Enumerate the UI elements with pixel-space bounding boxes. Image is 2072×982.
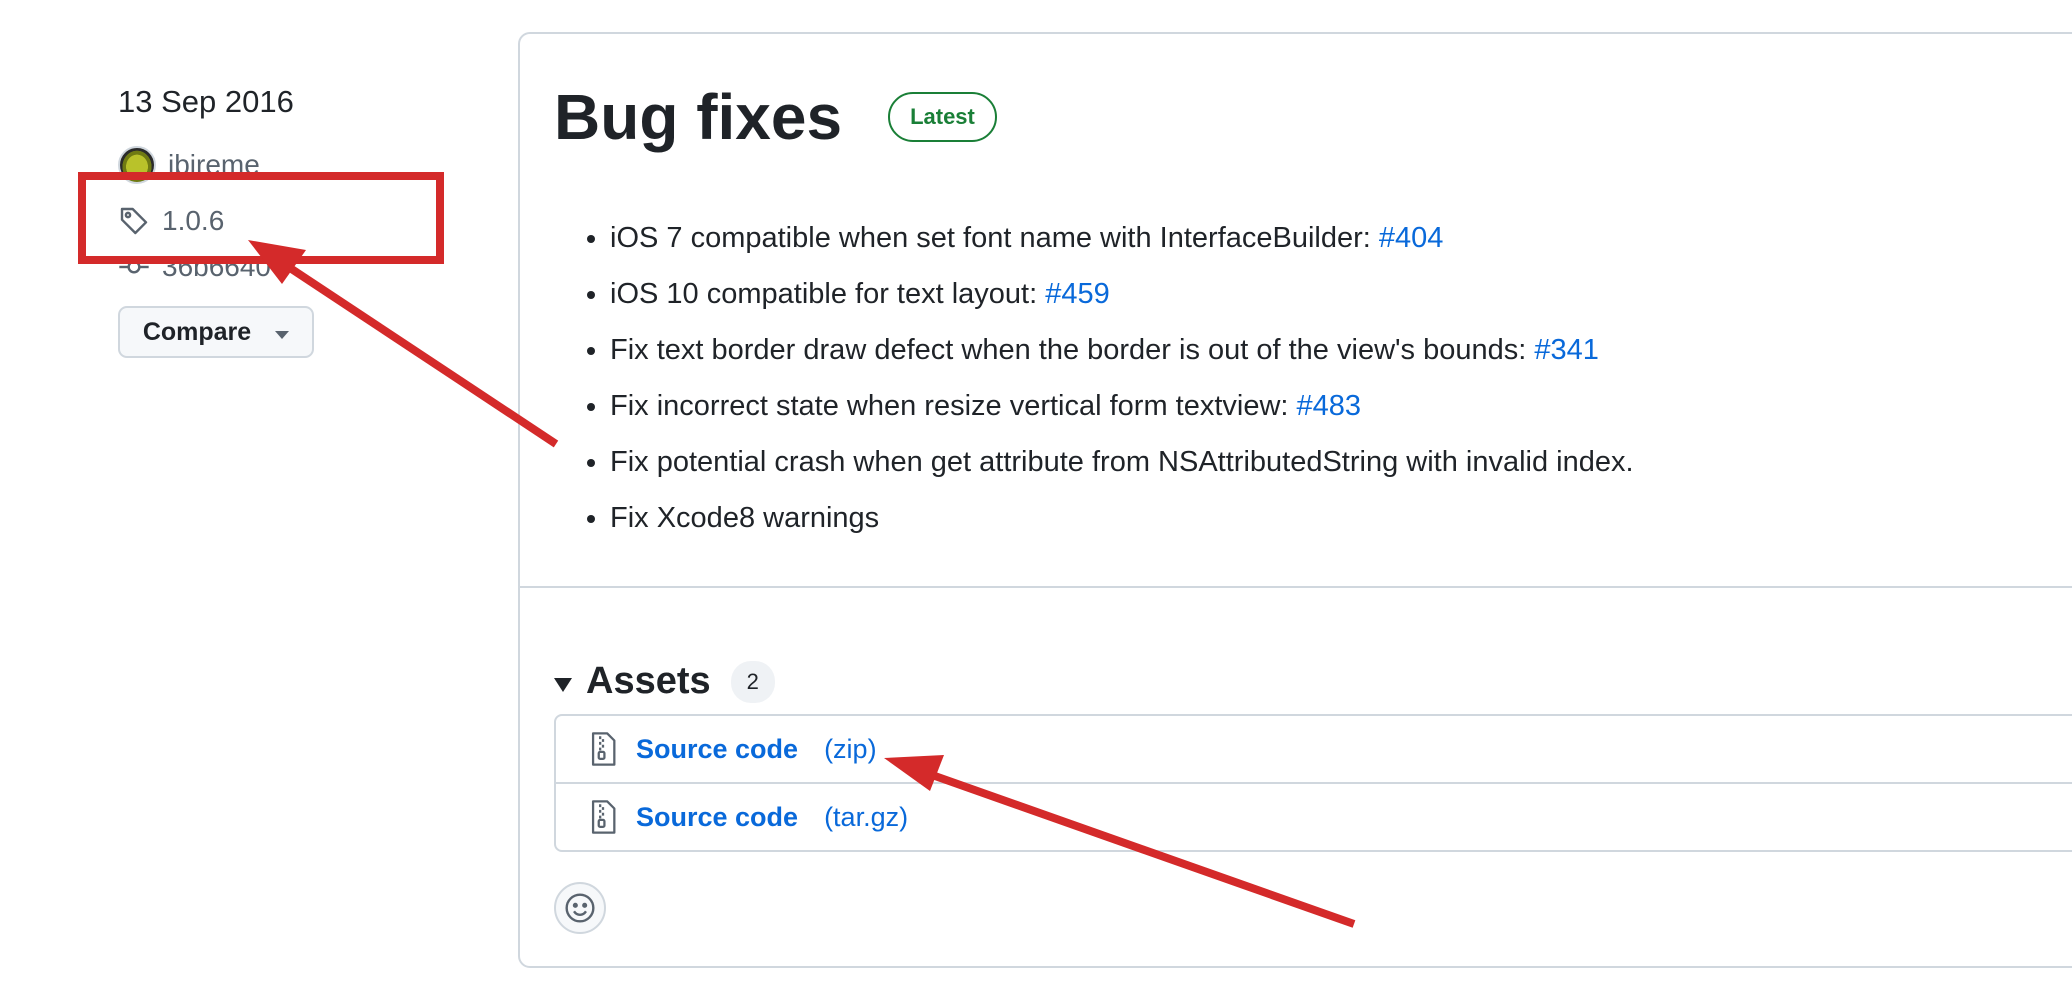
asset-list: Source code (zip) Source code (tar.gz) — [554, 714, 2072, 852]
chevron-down-icon — [275, 331, 290, 339]
commit-icon — [119, 260, 149, 274]
asset-ext[interactable]: (zip) — [824, 734, 877, 765]
compare-label: Compare — [142, 317, 252, 346]
asset-link[interactable]: Source code — [636, 734, 798, 765]
release-header: Bug fixes Latest — [554, 80, 997, 154]
zip-file-icon — [591, 800, 616, 834]
asset-row[interactable]: Source code (tar.gz) — [556, 782, 2072, 850]
release-card: Bug fixes Latest iOS 7 compatible when s… — [518, 32, 2072, 968]
note-item: Fix incorrect state when resize vertical… — [610, 378, 1634, 434]
note-item: Fix text border draw defect when the bor… — [610, 322, 1634, 378]
latest-badge: Latest — [888, 92, 997, 142]
zip-file-icon — [591, 732, 616, 766]
issue-link[interactable]: #341 — [1534, 334, 1599, 366]
add-reaction-button[interactable] — [554, 882, 606, 934]
issue-link[interactable]: #459 — [1045, 278, 1110, 310]
asset-ext[interactable]: (tar.gz) — [824, 802, 908, 833]
assets-toggle[interactable]: Assets 2 — [554, 660, 775, 703]
note-item: Fix potential crash when get attribute f… — [610, 434, 1634, 490]
release-title[interactable]: Bug fixes — [554, 80, 842, 154]
issue-link[interactable]: #483 — [1297, 390, 1362, 422]
divider — [520, 586, 2072, 588]
issue-link[interactable]: #404 — [1379, 222, 1444, 254]
tag-name: 1.0.6 — [162, 205, 225, 236]
assets-title: Assets — [586, 660, 711, 702]
note-item: Fix Xcode8 warnings — [610, 490, 1634, 546]
note-item: iOS 7 compatible when set font name with… — [610, 210, 1634, 266]
release-notes: iOS 7 compatible when set font name with… — [586, 210, 1634, 546]
release-date: 13 Sep 2016 — [118, 84, 294, 119]
tag-link[interactable]: 1.0.6 — [118, 205, 224, 237]
disclosure-triangle-icon — [554, 677, 572, 692]
compare-button[interactable]: Compare — [118, 306, 314, 358]
commit-link[interactable]: 36b6640 — [118, 250, 271, 284]
asset-row[interactable]: Source code (zip) — [556, 716, 2072, 782]
note-item: iOS 10 compatible for text layout: #459 — [610, 266, 1634, 322]
smiley-icon — [565, 893, 595, 923]
avatar — [118, 146, 156, 184]
commit-sha: 36b6640 — [162, 251, 272, 282]
author-name: ibireme — [168, 149, 260, 180]
assets-count: 2 — [730, 660, 775, 703]
author-link[interactable]: ibireme — [118, 146, 260, 184]
annotation-arrow — [275, 256, 559, 448]
tag-icon — [120, 207, 148, 235]
asset-link[interactable]: Source code — [636, 802, 798, 833]
